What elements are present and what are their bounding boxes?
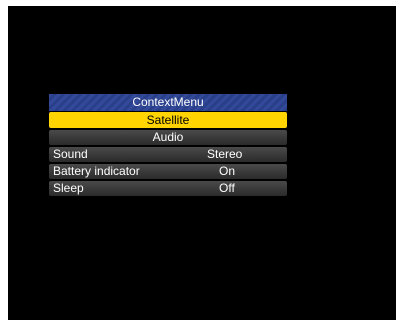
menu-item-label: Satellite (146, 113, 190, 127)
menu-item-value: Stereo (207, 147, 243, 161)
menu-item-value: On (219, 164, 236, 178)
menu-item-label: Sleep (53, 181, 84, 195)
context-menu-title: ContextMenu (49, 94, 287, 111)
menu-item-sleep[interactable]: Sleep Off (49, 181, 287, 196)
menu-item-value: Off (219, 181, 235, 195)
menu-item-satellite[interactable]: Satellite (49, 112, 287, 128)
menu-item-label: Battery indicator (53, 164, 140, 178)
menu-item-label: Sound (53, 147, 88, 161)
menu-item-audio[interactable]: Audio (49, 130, 287, 145)
context-menu: ContextMenu Satellite Audio Sound Stereo… (49, 94, 287, 198)
menu-item-battery-indicator[interactable]: Battery indicator On (49, 164, 287, 179)
menu-item-sound[interactable]: Sound Stereo (49, 147, 287, 162)
menu-item-label: Audio (152, 130, 184, 144)
tv-screen: ContextMenu Satellite Audio Sound Stereo… (8, 6, 396, 320)
